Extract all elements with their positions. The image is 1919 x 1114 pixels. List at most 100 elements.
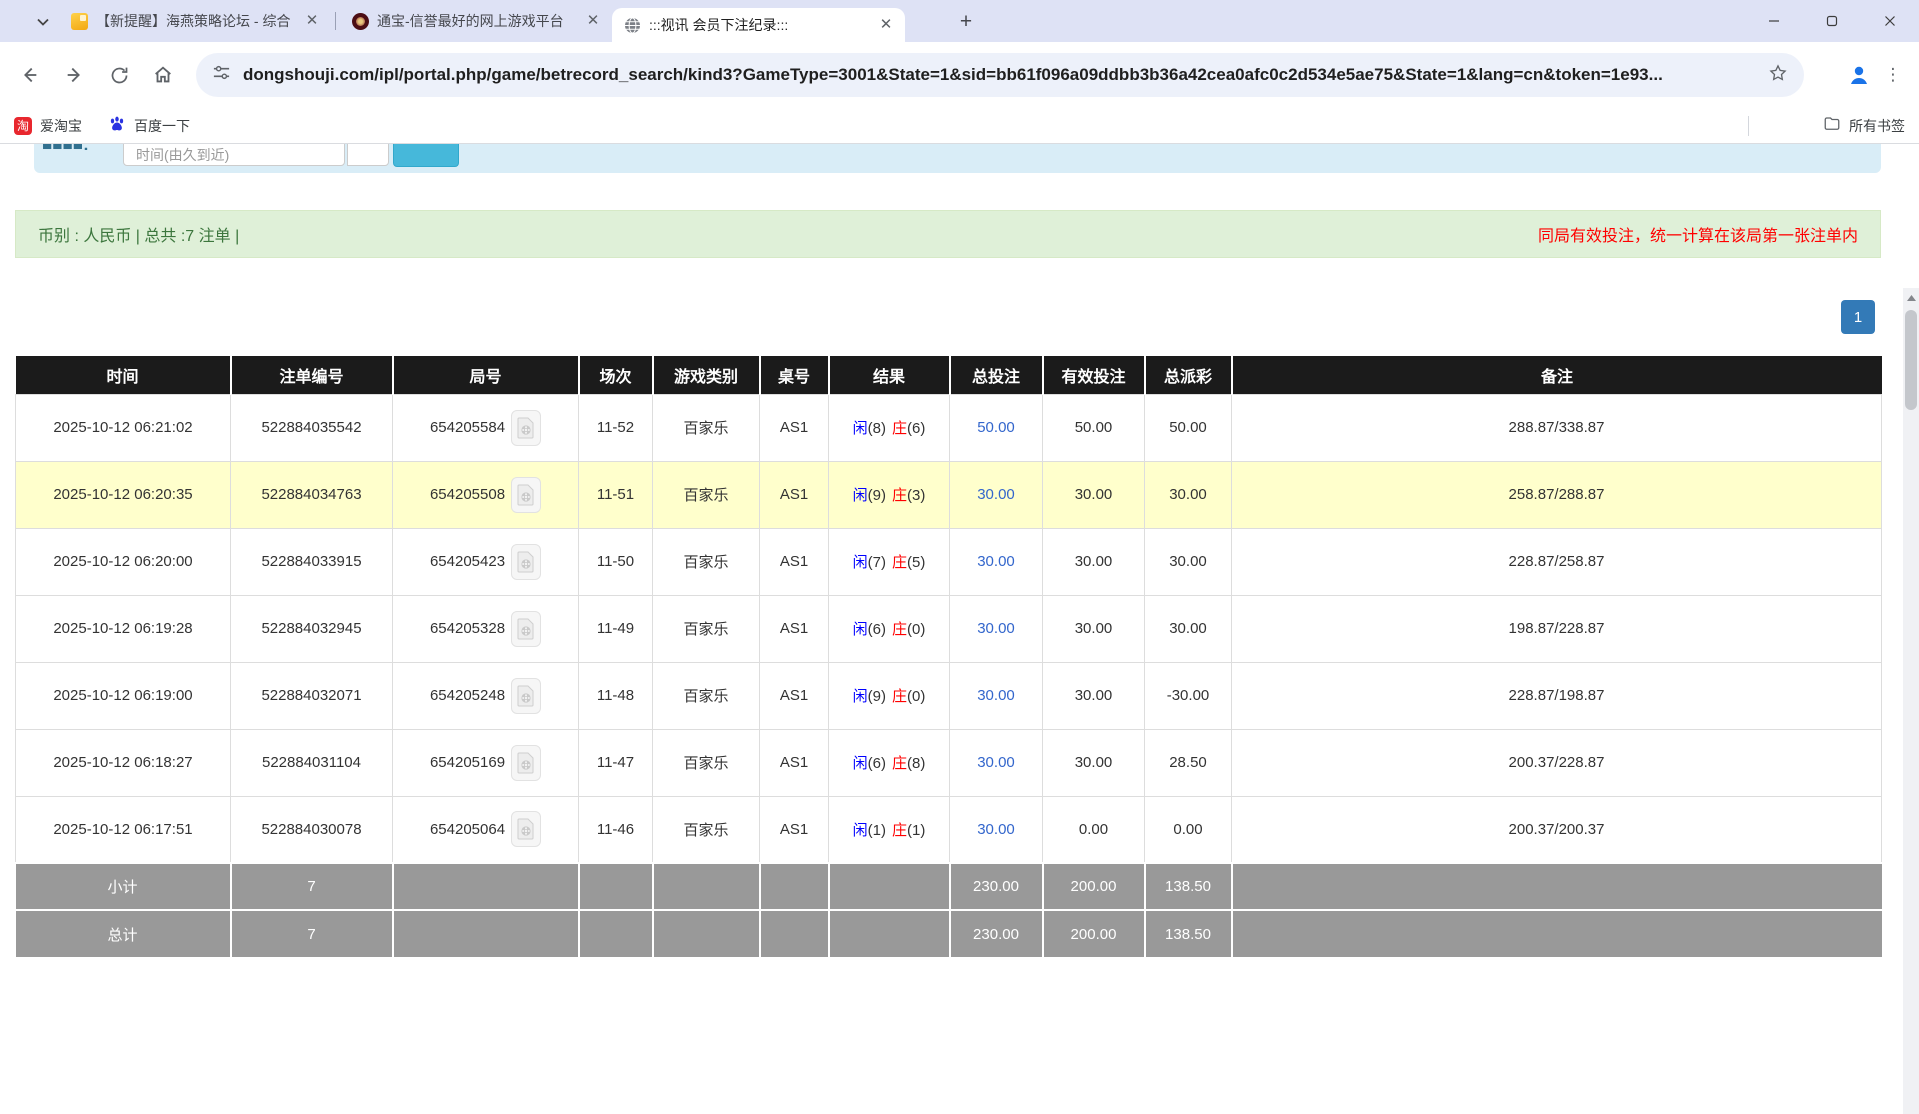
- cell-table-number: AS1: [760, 729, 829, 796]
- page-scrollbar[interactable]: [1903, 288, 1919, 1114]
- scroll-up-arrow-icon[interactable]: [1903, 290, 1919, 306]
- subtotal-valid-bet: 200.00: [1043, 863, 1145, 910]
- cell-session: 11-48: [579, 662, 653, 729]
- tab-separator: [335, 12, 336, 30]
- cell-bet-number: 522884034763: [231, 461, 393, 528]
- total-bet-link[interactable]: 50.00: [977, 419, 1015, 436]
- cell-valid-bet: 30.00: [1043, 662, 1145, 729]
- new-tab-button[interactable]: +: [952, 8, 980, 36]
- tab-strip: 【新提醒】海燕策略论坛 - 综合 ✕ 通宝-信誉最好的网上游戏平台 ✕ :::视…: [0, 0, 1919, 42]
- result-banker-count: (0): [907, 688, 925, 705]
- total-valid-bet: 200.00: [1043, 910, 1145, 957]
- result-banker-label: 庄: [892, 822, 907, 839]
- url-text[interactable]: dongshouji.com/ipl/portal.php/game/betre…: [243, 65, 1756, 85]
- close-window-button[interactable]: [1861, 0, 1919, 42]
- total-bet-link[interactable]: 30.00: [977, 553, 1015, 570]
- cell-game-type: 百家乐: [653, 528, 760, 595]
- video-replay-button[interactable]: [511, 611, 541, 647]
- video-replay-button[interactable]: [511, 410, 541, 446]
- all-bookmarks-button[interactable]: 所有书签: [1823, 115, 1905, 136]
- tab-close-icon[interactable]: ✕: [584, 12, 602, 30]
- table-row: 2025-10-12 06:19:28 522884032945 6542053…: [16, 595, 1882, 662]
- tab-close-icon[interactable]: ✕: [877, 16, 895, 34]
- home-button[interactable]: [146, 58, 180, 92]
- subtotal-payout: 138.50: [1145, 863, 1232, 910]
- cell-round: 654205328: [393, 595, 579, 662]
- filter-panel-clipped: ■■■■: 时间(由久到近): [34, 144, 1881, 173]
- header-cell: 结果: [829, 356, 950, 394]
- maximize-button[interactable]: [1803, 0, 1861, 42]
- subtotal-total-bet: 230.00: [950, 863, 1043, 910]
- cell-round: 654205248: [393, 662, 579, 729]
- tab-search-chevron-icon[interactable]: [30, 9, 56, 35]
- total-bet-link[interactable]: 30.00: [977, 821, 1015, 838]
- tab-tongbao[interactable]: 通宝-信誉最好的网上游戏平台 ✕: [340, 0, 612, 42]
- cell-round: 654205584: [393, 394, 579, 461]
- filter-select[interactable]: [347, 144, 389, 166]
- cell-total-bet: 30.00: [950, 796, 1043, 863]
- bookmarks-divider: [1748, 116, 1749, 136]
- tab-close-icon[interactable]: ✕: [303, 12, 321, 30]
- result-banker-label: 庄: [892, 420, 907, 437]
- tab-forum[interactable]: 【新提醒】海燕策略论坛 - 综合 ✕: [59, 0, 331, 42]
- search-button[interactable]: [393, 144, 459, 167]
- result-player-count: (6): [868, 621, 886, 638]
- cell-payout: 0.00: [1145, 796, 1232, 863]
- forum-favicon-icon: [71, 13, 88, 30]
- reload-button[interactable]: [102, 58, 136, 92]
- pagination-page-1-button[interactable]: 1: [1841, 300, 1875, 334]
- profile-avatar-icon[interactable]: [1847, 63, 1871, 92]
- back-button[interactable]: [12, 58, 46, 92]
- bookmark-baidu[interactable]: 百度一下: [108, 115, 190, 136]
- minimize-button[interactable]: [1745, 0, 1803, 42]
- video-replay-button[interactable]: [511, 477, 541, 513]
- browser-menu-icon[interactable]: ⋮: [1881, 56, 1905, 94]
- site-info-icon[interactable]: [212, 63, 231, 87]
- cell-total-bet: 50.00: [950, 394, 1043, 461]
- cell-valid-bet: 30.00: [1043, 528, 1145, 595]
- cell-game-type: 百家乐: [653, 461, 760, 528]
- cell-game-type: 百家乐: [653, 394, 760, 461]
- valid-bet-notice-text: 同局有效投注，统一计算在该局第一张注单内: [1538, 222, 1858, 246]
- bookmark-aitaobao[interactable]: 淘 爱淘宝: [14, 116, 82, 136]
- result-banker-count: (8): [907, 755, 925, 772]
- cell-payout: -30.00: [1145, 662, 1232, 729]
- result-player-count: (7): [868, 554, 886, 571]
- total-bet-link[interactable]: 30.00: [977, 486, 1015, 503]
- subtotal-row: 小计 7 230.00 200.00 138.50: [16, 863, 1882, 910]
- video-replay-button[interactable]: [511, 811, 541, 847]
- currency-summary-text: 币别 : 人民币 | 总共 :7 注单 |: [38, 222, 239, 246]
- url-bar[interactable]: dongshouji.com/ipl/portal.php/game/betre…: [196, 53, 1804, 97]
- round-number: 654205584: [430, 419, 505, 436]
- cell-note: 200.37/228.87: [1232, 729, 1882, 796]
- subtotal-count: 7: [231, 863, 393, 910]
- cell-time: 2025-10-12 06:17:51: [16, 796, 231, 863]
- result-banker-label: 庄: [892, 554, 907, 571]
- total-payout: 138.50: [1145, 910, 1232, 957]
- round-number: 654205248: [430, 687, 505, 704]
- round-number: 654205423: [430, 553, 505, 570]
- forward-button[interactable]: [58, 58, 92, 92]
- cell-game-type: 百家乐: [653, 796, 760, 863]
- total-bet-link[interactable]: 30.00: [977, 620, 1015, 637]
- total-bet-link[interactable]: 30.00: [977, 687, 1015, 704]
- cell-result: 闲(9)庄(0): [829, 662, 950, 729]
- sort-order-input[interactable]: 时间(由久到近): [123, 144, 345, 166]
- video-replay-button[interactable]: [511, 745, 541, 781]
- cell-time: 2025-10-12 06:19:00: [16, 662, 231, 729]
- result-player-count: (6): [868, 755, 886, 772]
- header-cell: 场次: [579, 356, 653, 394]
- round-number: 654205508: [430, 486, 505, 503]
- bookmark-star-icon[interactable]: [1768, 63, 1788, 88]
- tab-bet-record-active[interactable]: :::视讯 会员下注纪录::: ✕: [612, 8, 905, 42]
- cell-valid-bet: 50.00: [1043, 394, 1145, 461]
- video-replay-button[interactable]: [511, 544, 541, 580]
- result-banker-count: (1): [907, 822, 925, 839]
- scrollbar-thumb[interactable]: [1905, 310, 1917, 410]
- cell-bet-number: 522884031104: [231, 729, 393, 796]
- total-bet-link[interactable]: 30.00: [977, 754, 1015, 771]
- result-player-count: (1): [868, 822, 886, 839]
- bookmarks-bar: 淘 爱淘宝 百度一下 所有书签: [0, 108, 1919, 144]
- video-replay-button[interactable]: [511, 678, 541, 714]
- round-number: 654205064: [430, 821, 505, 838]
